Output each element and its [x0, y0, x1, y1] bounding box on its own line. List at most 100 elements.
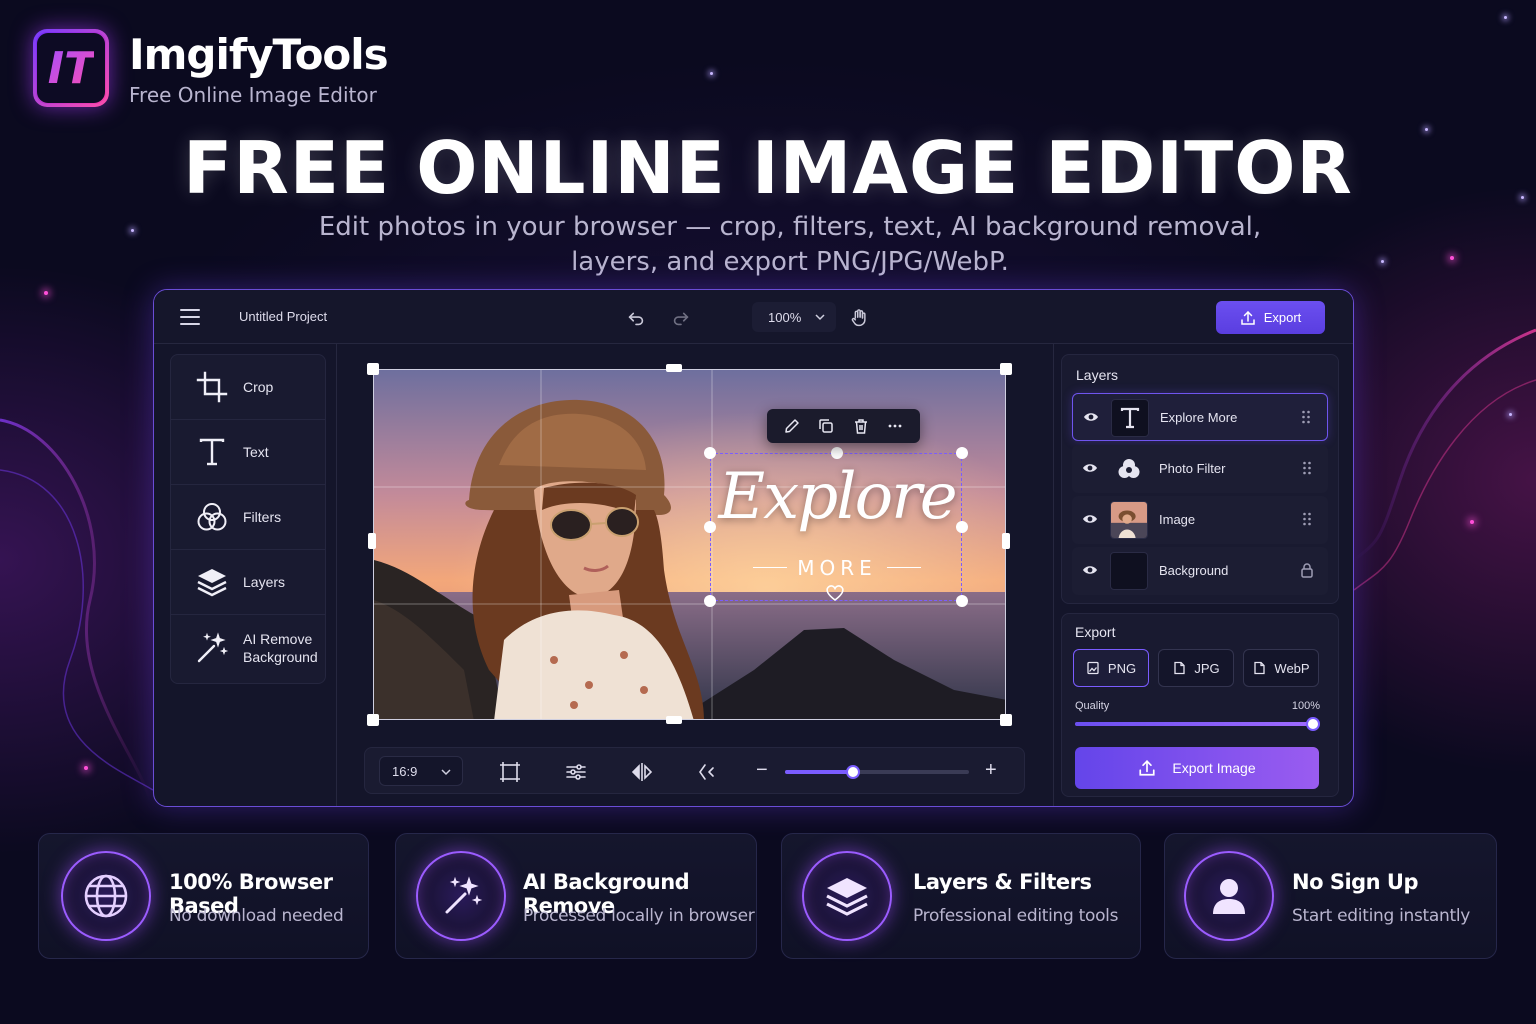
layer-row-background[interactable]: Background: [1072, 547, 1328, 595]
eye-icon[interactable]: [1082, 512, 1098, 526]
text-resize-handle[interactable]: [956, 447, 968, 459]
drag-handle-icon[interactable]: [1301, 410, 1311, 424]
file-icon: [1174, 661, 1185, 675]
more-options-icon[interactable]: [886, 417, 904, 435]
text-resize-handle[interactable]: [956, 595, 968, 607]
feature-subtitle: Processed locally in browser: [523, 906, 755, 926]
export-button-label: Export: [1263, 310, 1302, 325]
quality-slider-knob[interactable]: [1306, 717, 1320, 731]
editor-window: Untitled Project 100% Export Crop Text F…: [153, 289, 1354, 807]
text-resize-handle[interactable]: [704, 521, 716, 533]
text-element[interactable]: Explore MORE: [704, 447, 968, 607]
redo-icon[interactable]: [670, 307, 692, 329]
tool-crop[interactable]: Crop: [171, 355, 325, 420]
file-icon: [1254, 661, 1266, 675]
feature-icon-wrap: [802, 851, 892, 941]
format-button-jpg[interactable]: JPG: [1158, 649, 1234, 687]
layer-label: Photo Filter: [1159, 461, 1226, 476]
crop-frame-icon[interactable]: [498, 760, 522, 784]
adjust-sliders-icon[interactable]: [564, 760, 588, 784]
text-resize-handle[interactable]: [704, 595, 716, 607]
resize-handle[interactable]: [1000, 714, 1012, 726]
zoom-value: 100%: [768, 309, 802, 325]
hero-subtitle-line1: Edit photos in your browser — crop, filt…: [318, 212, 1262, 242]
layer-thumb: [1110, 552, 1148, 590]
brand-logo-text: IT: [47, 42, 95, 94]
image-thumbnail: [1111, 502, 1147, 538]
resize-handle[interactable]: [666, 364, 682, 372]
feature-subtitle: Professional editing tools: [913, 906, 1119, 926]
text-resize-handle[interactable]: [956, 521, 968, 533]
eye-icon[interactable]: [1082, 563, 1098, 577]
resize-handle[interactable]: [367, 363, 379, 375]
upload-icon: [1240, 310, 1255, 325]
rotate-icon[interactable]: [695, 760, 719, 784]
trash-icon[interactable]: [852, 417, 870, 435]
export-image-label: Export Image: [1172, 760, 1256, 776]
format-button-png[interactable]: PNG: [1073, 649, 1149, 687]
tool-text[interactable]: Text: [171, 420, 325, 485]
filters-icon: [197, 503, 227, 531]
element-floating-toolbar: [767, 409, 920, 443]
export-image-button[interactable]: Export Image: [1075, 747, 1319, 789]
brand: IT ImgifyTools Free Online Image Editor: [33, 29, 389, 107]
undo-icon[interactable]: [625, 307, 647, 329]
zoom-dropdown[interactable]: 100%: [752, 302, 836, 332]
tool-label: Filters: [243, 509, 282, 525]
feature-card-browser: 100% Browser Based No download needed: [38, 833, 369, 959]
text-resize-handle[interactable]: [704, 447, 716, 459]
feature-subtitle: Start editing instantly: [1292, 906, 1471, 926]
tool-label: Crop: [243, 379, 274, 395]
resize-handle[interactable]: [1002, 533, 1010, 549]
chevron-down-icon: [815, 314, 825, 321]
project-name[interactable]: Untitled Project: [239, 309, 327, 324]
flip-horizontal-icon[interactable]: [630, 760, 654, 784]
export-button[interactable]: Export: [1216, 301, 1325, 334]
feature-card-layers: Layers & Filters Professional editing to…: [781, 833, 1141, 959]
layer-row-image[interactable]: Image: [1072, 496, 1328, 544]
aspect-ratio-dropdown[interactable]: 16:9: [379, 756, 463, 786]
zoom-out-button[interactable]: −: [756, 760, 768, 780]
format-label: PNG: [1107, 660, 1137, 676]
feature-icon-wrap: [416, 851, 506, 941]
magic-wand-icon: [445, 876, 483, 914]
hamburger-menu-icon[interactable]: [180, 309, 200, 325]
hand-pan-icon[interactable]: [848, 307, 870, 329]
quality-value: 100%: [1291, 700, 1320, 712]
tool-ai-remove-background[interactable]: AI Remove Background: [171, 615, 325, 680]
image-file-icon: [1087, 661, 1099, 675]
lock-icon[interactable]: [1300, 562, 1314, 578]
layer-row-explore-more[interactable]: Explore More: [1072, 393, 1328, 441]
eye-icon[interactable]: [1083, 410, 1099, 424]
resize-handle[interactable]: [666, 716, 682, 724]
edit-pencil-icon[interactable]: [783, 417, 801, 435]
quality-slider[interactable]: [1075, 717, 1320, 731]
quality-label: Quality: [1075, 700, 1110, 712]
layers-icon: [826, 878, 868, 916]
tool-label: AI Remove Background: [243, 630, 318, 666]
format-button-webp[interactable]: WebP: [1243, 649, 1319, 687]
layer-thumb: [1110, 450, 1148, 488]
drag-handle-icon[interactable]: [1302, 512, 1312, 526]
globe-icon: [84, 874, 128, 918]
drag-handle-icon[interactable]: [1302, 461, 1312, 475]
zoom-in-button[interactable]: +: [985, 760, 997, 780]
resize-handle[interactable]: [367, 714, 379, 726]
tool-layers[interactable]: Layers: [171, 550, 325, 615]
resize-handle[interactable]: [368, 533, 376, 549]
export-panel-title: Export: [1075, 624, 1116, 640]
zoom-slider[interactable]: [785, 765, 969, 779]
layer-row-photo-filter[interactable]: Photo Filter: [1072, 445, 1328, 493]
user-icon: [1213, 879, 1245, 914]
tool-label: Text: [243, 444, 269, 460]
feature-title: Layers & Filters: [913, 870, 1092, 894]
eye-icon[interactable]: [1082, 461, 1098, 475]
tool-filters[interactable]: Filters: [171, 485, 325, 550]
panel-divider: [336, 344, 337, 806]
resize-handle[interactable]: [1000, 363, 1012, 375]
feature-icon-wrap: [1184, 851, 1274, 941]
zoom-slider-knob[interactable]: [846, 765, 860, 779]
layer-thumb: [1111, 399, 1149, 437]
text-resize-handle[interactable]: [831, 447, 843, 459]
duplicate-icon[interactable]: [817, 417, 835, 435]
